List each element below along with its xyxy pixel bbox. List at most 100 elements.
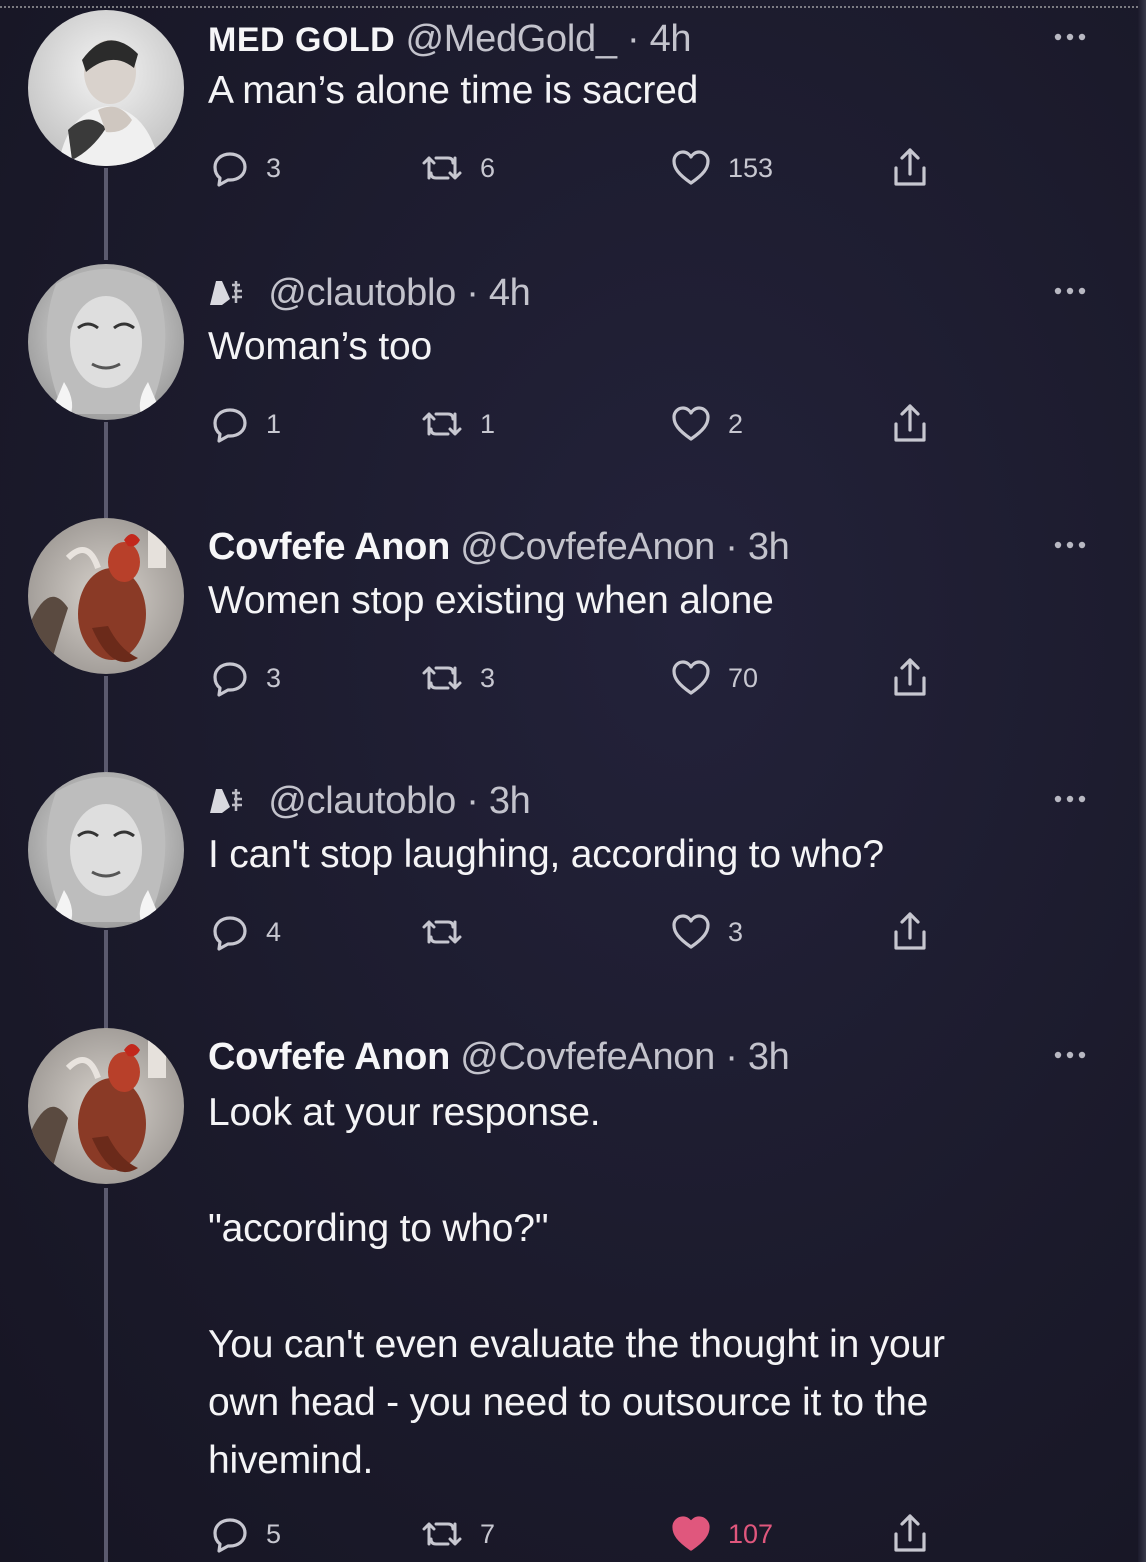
- avatar[interactable]: [28, 518, 184, 674]
- more-options-icon[interactable]: [1050, 284, 1090, 298]
- like-button[interactable]: 2: [670, 402, 743, 446]
- separator-dot: ·: [455, 272, 489, 314]
- retweet-button[interactable]: 7: [420, 1512, 495, 1556]
- retweet-icon: [422, 412, 462, 436]
- like-button[interactable]: 107: [670, 1512, 773, 1556]
- retweet-count: 1: [480, 408, 496, 439]
- tweet[interactable]: @clautoblo · 4h Woman’s too 1 1 2: [0, 264, 1146, 464]
- tweet-text-line: You can't even evaluate the thought in y…: [208, 1323, 945, 1366]
- avatar[interactable]: [28, 10, 184, 166]
- reply-button[interactable]: 4: [210, 910, 281, 954]
- thread-view: MED GOLD @MedGold_ · 4h A man’s alone ti…: [0, 0, 1146, 1562]
- avatar-image: [28, 10, 184, 166]
- like-button[interactable]: 70: [670, 656, 758, 700]
- avatar-image: [28, 1028, 184, 1184]
- more-options-icon[interactable]: [1050, 792, 1090, 806]
- tweet-text-line: Look at your response.: [208, 1091, 601, 1134]
- share-button[interactable]: [890, 656, 946, 700]
- tweet-text: A man’s alone time is sacred: [208, 69, 699, 112]
- tweet-text: Woman’s too: [208, 325, 432, 368]
- retweet-button[interactable]: [420, 910, 480, 954]
- retweet-count: 7: [480, 1518, 496, 1549]
- separator-dot: ·: [455, 780, 489, 822]
- retweet-button[interactable]: 1: [420, 402, 495, 446]
- tweet[interactable]: Covfefe Anon @CovfefeAnon · 3h Women sto…: [0, 518, 1146, 718]
- avatar[interactable]: [28, 1028, 184, 1184]
- display-name[interactable]: Covfefe Anon: [208, 526, 450, 568]
- retweet-count: 3: [480, 662, 496, 693]
- tweet-actions: 3 3 70: [210, 656, 970, 700]
- more-options-icon[interactable]: [1050, 1048, 1090, 1062]
- heart-icon: [672, 914, 710, 949]
- like-count: 153: [728, 152, 774, 183]
- heart-icon: [672, 406, 710, 441]
- reply-button[interactable]: 5: [210, 1512, 281, 1556]
- profile-emoji-icon: [210, 281, 242, 305]
- user-handle[interactable]: @CovfefeAnon: [460, 1036, 715, 1078]
- reply-icon: [213, 152, 247, 187]
- display-name[interactable]: MED GOLD: [208, 21, 395, 59]
- separator-dot: ·: [714, 1036, 748, 1078]
- avatar[interactable]: [28, 264, 184, 420]
- separator-dot: ·: [714, 526, 748, 568]
- separator-dot: ·: [616, 18, 650, 60]
- share-icon: [894, 912, 926, 950]
- tweet-header: MED GOLD @MedGold_ · 4h: [208, 18, 692, 61]
- like-button[interactable]: 153: [670, 146, 773, 190]
- share-icon: [894, 1514, 926, 1552]
- tweet-text: Women stop existing when alone: [208, 579, 774, 622]
- tweet-actions: 5 7 107: [210, 1512, 970, 1556]
- avatar-image: [28, 264, 184, 420]
- tweet-actions: 1 1 2: [210, 402, 970, 446]
- share-button[interactable]: [890, 1512, 946, 1556]
- retweet-icon: [422, 666, 462, 690]
- share-icon: [894, 148, 926, 186]
- reply-count: 1: [266, 408, 282, 439]
- tweet[interactable]: @clautoblo · 3h I can't stop laughing, a…: [0, 772, 1146, 972]
- share-button[interactable]: [890, 910, 946, 954]
- tweet-text: I can't stop laughing, according to who?: [208, 833, 884, 876]
- tweet[interactable]: MED GOLD @MedGold_ · 4h A man’s alone ti…: [0, 10, 1146, 210]
- reply-button[interactable]: 3: [210, 656, 281, 700]
- retweet-button[interactable]: 6: [420, 146, 495, 190]
- tweet-header: Covfefe Anon @CovfefeAnon · 3h: [208, 526, 790, 569]
- like-count: 3: [728, 916, 744, 947]
- like-count: 107: [728, 1518, 774, 1549]
- share-button[interactable]: [890, 402, 946, 446]
- heart-icon: [672, 660, 710, 695]
- more-options-icon[interactable]: [1050, 538, 1090, 552]
- timestamp[interactable]: 3h: [489, 780, 531, 822]
- reply-count: 5: [266, 1518, 282, 1549]
- more-options-icon[interactable]: [1050, 30, 1090, 44]
- avatar[interactable]: [28, 772, 184, 928]
- reply-count: 3: [266, 662, 282, 693]
- timestamp[interactable]: 3h: [748, 1036, 790, 1078]
- timestamp[interactable]: 4h: [489, 272, 531, 314]
- share-button[interactable]: [890, 146, 946, 190]
- tweet-header: @clautoblo · 3h: [208, 780, 531, 823]
- reply-icon: [213, 408, 247, 443]
- display-name[interactable]: Covfefe Anon: [208, 1036, 450, 1078]
- tweet[interactable]: Covfefe Anon @CovfefeAnon · 3h Look at y…: [0, 1028, 1146, 1562]
- share-icon: [894, 404, 926, 442]
- user-handle[interactable]: @MedGold_: [405, 18, 617, 60]
- reply-button[interactable]: 1: [210, 402, 281, 446]
- user-handle[interactable]: @CovfefeAnon: [460, 526, 715, 568]
- avatar-image: [28, 772, 184, 928]
- like-button[interactable]: 3: [670, 910, 743, 954]
- tweet-header: Covfefe Anon @CovfefeAnon · 3h: [208, 1036, 790, 1079]
- reply-icon: [213, 1518, 247, 1553]
- retweet-count: 6: [480, 152, 496, 183]
- heart-icon: [672, 150, 710, 185]
- user-handle[interactable]: @clautoblo: [268, 780, 456, 822]
- tweet-text-line: hivemind.: [208, 1439, 374, 1482]
- retweet-button[interactable]: 3: [420, 656, 495, 700]
- tweet-text-line: own head - you need to outsource it to t…: [208, 1381, 929, 1424]
- reply-button[interactable]: 3: [210, 146, 281, 190]
- timestamp[interactable]: 4h: [650, 18, 692, 60]
- retweet-icon: [422, 1522, 462, 1546]
- like-count: 70: [728, 662, 759, 693]
- timestamp[interactable]: 3h: [748, 526, 790, 568]
- user-handle[interactable]: @clautoblo: [268, 272, 456, 314]
